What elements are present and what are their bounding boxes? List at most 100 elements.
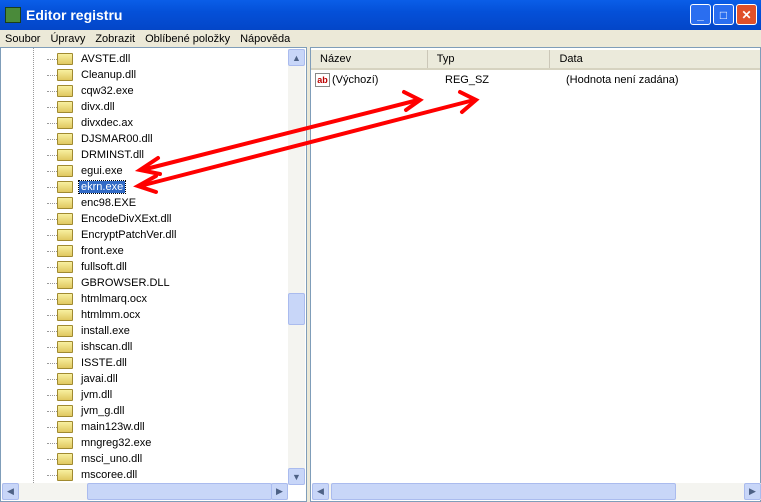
tree-item[interactable]: DJSMAR00.dll	[57, 131, 155, 147]
close-button[interactable]: ✕	[736, 4, 757, 25]
tree-item-label: EncodeDivXExt.dll	[81, 213, 172, 225]
tree-item[interactable]: egui.exe	[57, 163, 125, 179]
tree-item[interactable]: AVSTE.dll	[57, 51, 132, 67]
tree-item[interactable]: ishscan.dll	[57, 339, 134, 355]
tree-item[interactable]: DRMINST.dll	[57, 147, 146, 163]
folder-icon	[57, 229, 73, 241]
folder-icon	[57, 389, 73, 401]
string-value-icon: ab	[315, 73, 330, 87]
scroll-thumb[interactable]	[87, 483, 272, 500]
tree-item[interactable]: cqw32.exe	[57, 83, 136, 99]
tree-item[interactable]: main123w.dll	[57, 419, 147, 435]
tree-line	[47, 75, 57, 76]
menu-oblibene[interactable]: Oblíbené položky	[140, 33, 235, 45]
tree-item-label: msci_uno.dll	[81, 453, 143, 465]
folder-icon	[57, 405, 73, 417]
tree-item[interactable]: htmlmm.ocx	[57, 307, 142, 323]
tree-item-label: enc98.EXE	[81, 197, 137, 209]
tree-item-label: ekrn.exe	[77, 180, 127, 194]
tree-item-label: htmlmarq.ocx	[81, 293, 148, 305]
tree-line	[47, 475, 57, 476]
tree-line	[47, 59, 57, 60]
tree-item[interactable]: Cleanup.dll	[57, 67, 138, 83]
scroll-thumb[interactable]	[288, 293, 305, 325]
tree-item[interactable]: enc98.EXE	[57, 195, 138, 211]
folder-icon	[57, 325, 73, 337]
value-data: (Hodnota není zadána)	[566, 74, 679, 86]
menu-upravy[interactable]: Úpravy	[45, 33, 90, 45]
folder-icon	[57, 437, 73, 449]
tree-vertical-scrollbar[interactable]: ▲ ▼	[288, 49, 305, 485]
tree-line	[47, 235, 57, 236]
tree-item-label: mngreg32.exe	[81, 437, 152, 449]
tree-horizontal-scrollbar[interactable]: ◀ ▶	[2, 483, 288, 500]
column-type[interactable]: Typ	[428, 50, 551, 68]
value-type: REG_SZ	[445, 74, 490, 86]
tree-item[interactable]: msci_uno.dll	[57, 451, 144, 467]
tree-line	[47, 123, 57, 124]
tree-item[interactable]: ekrn.exe	[57, 179, 127, 195]
tree-item[interactable]: divxdec.ax	[57, 115, 135, 131]
scroll-down-button[interactable]: ▼	[288, 468, 305, 485]
folder-icon	[57, 277, 73, 289]
maximize-button[interactable]: □	[713, 4, 734, 25]
tree-item-label: DJSMAR00.dll	[81, 133, 153, 145]
minimize-button[interactable]: _	[690, 4, 711, 25]
tree-item[interactable]: EncodeDivXExt.dll	[57, 211, 174, 227]
tree-item-label: jvm.dll	[81, 389, 113, 401]
tree-item-label: ishscan.dll	[81, 341, 133, 353]
tree-item[interactable]: front.exe	[57, 243, 126, 259]
tree-item[interactable]: GBROWSER.DLL	[57, 275, 172, 291]
folder-icon	[57, 69, 73, 81]
tree-line	[47, 107, 57, 108]
folder-icon	[57, 181, 73, 193]
tree-item[interactable]: mscoree.dll	[57, 467, 139, 483]
tree-line	[33, 48, 34, 485]
tree-item[interactable]: javai.dll	[57, 371, 120, 387]
tree-item[interactable]: jvm.dll	[57, 387, 114, 403]
tree-item[interactable]: mngreg32.exe	[57, 435, 153, 451]
regedit-icon	[5, 7, 21, 23]
tree-line	[47, 331, 57, 332]
tree-item[interactable]: jvm_g.dll	[57, 403, 126, 419]
column-header: Název Typ Data	[311, 50, 760, 70]
tree-line	[47, 459, 57, 460]
values-horizontal-scrollbar[interactable]: ◀ ▶	[312, 483, 761, 500]
scroll-left-button[interactable]: ◀	[2, 483, 19, 500]
folder-icon	[57, 53, 73, 65]
tree-item-label: divxdec.ax	[81, 117, 133, 129]
scroll-up-button[interactable]: ▲	[288, 49, 305, 66]
value-name: (Výchozí)	[332, 74, 379, 86]
tree-item-label: ISSTE.dll	[81, 357, 127, 369]
tree-line	[47, 91, 57, 92]
scroll-thumb[interactable]	[331, 483, 676, 500]
folder-icon	[57, 309, 73, 321]
tree-item[interactable]: install.exe	[57, 323, 132, 339]
tree-item-label: GBROWSER.DLL	[81, 277, 170, 289]
tree-item-label: main123w.dll	[81, 421, 145, 433]
scroll-left-button[interactable]: ◀	[312, 483, 329, 500]
tree-item[interactable]: ISSTE.dll	[57, 355, 129, 371]
folder-icon	[57, 469, 73, 481]
tree-item[interactable]: EncryptPatchVer.dll	[57, 227, 178, 243]
column-name[interactable]: Název	[311, 50, 428, 68]
tree-item-label: htmlmm.ocx	[81, 309, 141, 321]
tree-line	[47, 139, 57, 140]
menu-soubor[interactable]: Soubor	[0, 33, 45, 45]
folder-icon	[57, 133, 73, 145]
tree-item[interactable]: divx.dll	[57, 99, 117, 115]
menu-zobrazit[interactable]: Zobrazit	[90, 33, 140, 45]
folder-icon	[57, 85, 73, 97]
scroll-right-button[interactable]: ▶	[744, 483, 761, 500]
value-row[interactable]: ab (Výchozí) REG_SZ (Hodnota není zadána…	[315, 72, 755, 88]
tree-line	[47, 267, 57, 268]
tree-line	[47, 363, 57, 364]
tree-item[interactable]: fullsoft.dll	[57, 259, 129, 275]
tree-line	[47, 395, 57, 396]
values-pane: Název Typ Data ab (Výchozí) REG_SZ (Hodn…	[310, 47, 761, 502]
menu-napoveda[interactable]: Nápověda	[235, 33, 295, 45]
scroll-right-button[interactable]: ▶	[271, 483, 288, 500]
column-data[interactable]: Data	[550, 50, 760, 68]
tree-line	[47, 347, 57, 348]
tree-item[interactable]: htmlmarq.ocx	[57, 291, 149, 307]
